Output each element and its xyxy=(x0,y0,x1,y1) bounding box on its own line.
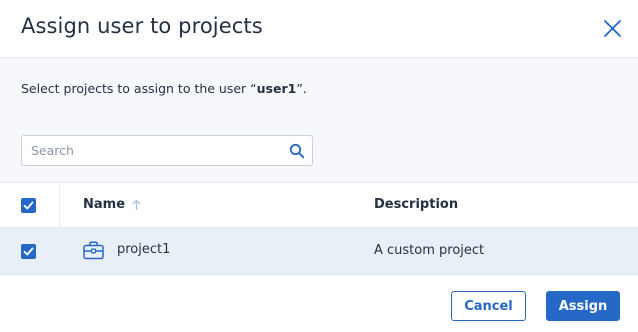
table-header: Name Description xyxy=(0,182,638,228)
dialog-body: Select projects to assign to the user “u… xyxy=(0,58,638,182)
column-header-description[interactable]: Description xyxy=(374,197,458,212)
project-name: project1 xyxy=(117,242,171,257)
assign-button[interactable]: Assign xyxy=(546,291,620,321)
sort-ascending-icon[interactable] xyxy=(132,199,141,211)
dialog-header: Assign user to projects xyxy=(0,0,638,58)
close-button[interactable] xyxy=(600,17,624,41)
checkmark-icon xyxy=(23,201,34,210)
dialog-footer: Cancel Assign xyxy=(0,276,638,332)
search-box xyxy=(21,135,313,166)
intro-suffix: ”. xyxy=(296,81,307,96)
select-all-checkbox[interactable] xyxy=(21,198,36,213)
column-divider xyxy=(59,183,60,228)
close-icon xyxy=(604,20,621,37)
intro-prefix: Select projects to assign to the user “ xyxy=(21,81,257,96)
row-checkbox[interactable] xyxy=(21,244,36,259)
checkmark-icon xyxy=(23,247,34,256)
table-row[interactable]: project1 A custom project xyxy=(0,228,638,275)
briefcase-icon xyxy=(83,241,104,260)
intro-text: Select projects to assign to the user “u… xyxy=(21,81,307,96)
column-header-name[interactable]: Name xyxy=(83,197,125,212)
cancel-button[interactable]: Cancel xyxy=(451,291,526,321)
search-input[interactable] xyxy=(22,136,282,165)
search-icon[interactable] xyxy=(289,143,305,159)
dialog-title: Assign user to projects xyxy=(21,14,263,38)
intro-user: user1 xyxy=(256,81,297,96)
project-description: A custom project xyxy=(374,243,485,258)
